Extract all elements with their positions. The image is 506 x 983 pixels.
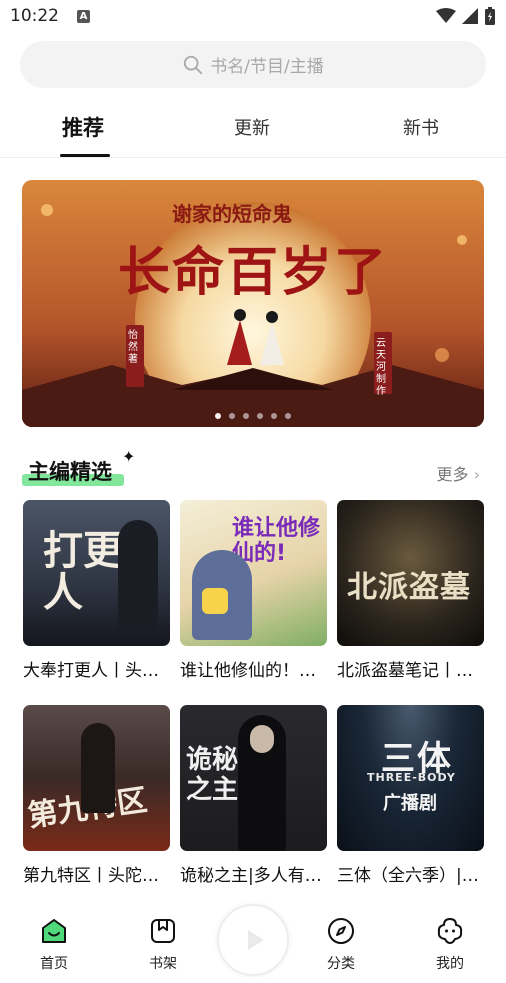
battery-icon	[485, 7, 495, 25]
book-card[interactable]: 第九特区 第九特区丨头陀渊演播	[23, 705, 170, 886]
book-card[interactable]: 北派盗墓 北派盗墓笔记丨云峰	[337, 500, 484, 681]
bookshelf-icon	[151, 919, 175, 943]
cover-title-text: 北派盗墓	[347, 570, 471, 605]
cover-title-text: 谁让他修仙的!	[232, 516, 321, 566]
book-cover: 三体 THREE-BODY 广播剧	[337, 705, 484, 851]
banner-dot[interactable]	[285, 413, 291, 419]
tab-updates[interactable]: 更新	[234, 114, 270, 140]
book-title: 大奉打更人丨头陀渊演播	[23, 661, 170, 681]
banner-top-text: 谢家的短命鬼	[172, 202, 292, 226]
book-title: 三体（全六季）|广播剧	[337, 866, 484, 886]
chevron-right-icon: ›	[473, 465, 480, 484]
banner-main-title: 长命百岁了	[118, 242, 389, 303]
search-placeholder: 书名/节目/主播	[210, 57, 324, 77]
book-card[interactable]: 诡秘之主 诡秘之主|多人有声剧	[180, 705, 327, 886]
signal-icon	[462, 8, 478, 24]
nav-label: 分类	[327, 956, 355, 972]
nav-bookshelf[interactable]: 书架	[133, 916, 193, 973]
cover-figure	[118, 520, 158, 630]
banner-dot[interactable]	[215, 413, 221, 419]
book-title: 谁让他修仙的！丨有声剧	[180, 661, 327, 681]
book-cover: 谁让他修仙的!	[180, 500, 327, 646]
cover-badge	[202, 588, 228, 614]
book-title: 第九特区丨头陀渊演播	[23, 866, 170, 886]
status-icons	[436, 7, 496, 25]
cover-subtitle-en: THREE-BODY	[367, 771, 456, 784]
tab-new-books[interactable]: 新书	[403, 114, 439, 140]
banner-dot[interactable]	[229, 413, 235, 419]
cover-figure	[81, 723, 115, 813]
search-bar[interactable]: 书名/节目/主播	[20, 41, 486, 88]
notification-icon: A	[77, 10, 90, 23]
profile-icon	[437, 918, 463, 944]
banner-dot[interactable]	[243, 413, 249, 419]
cover-subtitle-cn: 广播剧	[383, 793, 437, 814]
book-card[interactable]: 三体 THREE-BODY 广播剧 三体（全六季）|广播剧	[337, 705, 484, 886]
nav-label: 我的	[436, 956, 464, 972]
book-card[interactable]: 打更人 大奉打更人丨头陀渊演播	[23, 500, 170, 681]
search-icon	[184, 55, 203, 74]
status-bar: 10:22 A	[0, 0, 506, 34]
banner-pagination	[22, 413, 484, 419]
nav-home[interactable]: 首页	[24, 916, 84, 973]
book-cover: 诡秘之主	[180, 705, 327, 851]
nav-profile[interactable]: 我的	[420, 916, 480, 973]
player-button[interactable]	[217, 904, 289, 976]
top-tabs: 推荐 更新 新书	[0, 108, 506, 158]
banner-dot[interactable]	[257, 413, 263, 419]
home-icon	[42, 919, 66, 943]
nav-category[interactable]: 分类	[311, 916, 371, 973]
book-title: 北派盗墓笔记丨云峰	[337, 661, 484, 681]
book-card[interactable]: 谁让他修仙的! 谁让他修仙的！丨有声剧	[180, 500, 327, 681]
wifi-icon	[436, 8, 456, 23]
tab-recommend[interactable]: 推荐	[62, 112, 104, 142]
more-link-label: 更多	[436, 465, 469, 484]
bottom-nav: 首页 书架 分类 我的	[0, 896, 506, 983]
book-title: 诡秘之主|多人有声剧	[180, 866, 327, 886]
banner-producer-tag: 云天河 制作	[376, 338, 386, 397]
book-cover: 打更人	[23, 500, 170, 646]
book-cover: 第九特区	[23, 705, 170, 851]
more-link[interactable]: 更多 ›	[436, 461, 480, 485]
status-time: 10:22	[10, 6, 59, 26]
nav-label: 首页	[40, 956, 68, 972]
section-title: 主编精选	[28, 460, 112, 484]
banner-author-tag: 怡然 著	[128, 330, 138, 365]
sparkle-icon: ✦	[122, 447, 136, 466]
cover-face	[250, 725, 274, 753]
active-tab-indicator	[60, 154, 110, 157]
play-icon	[248, 930, 264, 950]
cover-title-text: 诡秘之主	[186, 745, 239, 805]
book-cover: 北派盗墓	[337, 500, 484, 646]
banner-dot[interactable]	[271, 413, 277, 419]
nav-label: 书架	[149, 956, 177, 972]
compass-icon	[328, 918, 354, 944]
promo-banner[interactable]: 谢家的短命鬼 长命百岁了 怡然 著 云天河 制作	[22, 180, 484, 427]
